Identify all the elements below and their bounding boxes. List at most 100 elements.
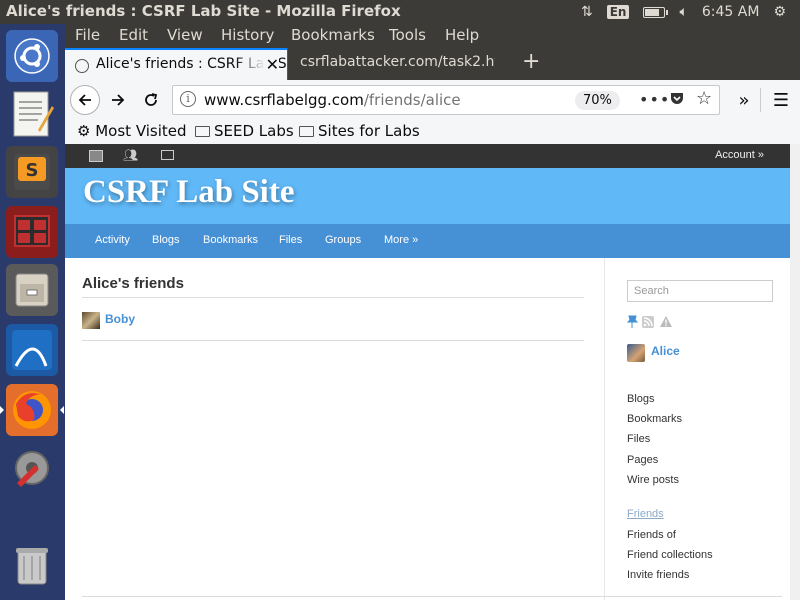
friends-icon[interactable]: 👥︎ bbox=[123, 148, 138, 162]
pin-icon[interactable] bbox=[626, 313, 639, 332]
toolbar-separator bbox=[760, 88, 761, 112]
bookmark-star-icon[interactable]: ☆ bbox=[696, 88, 712, 109]
search-input[interactable]: Search bbox=[627, 280, 773, 302]
url-host: www.csrflabelgg.com bbox=[204, 91, 364, 109]
keyboard-layout-indicator[interactable]: En bbox=[606, 5, 630, 19]
scrollbar[interactable] bbox=[790, 144, 800, 600]
volume-icon[interactable]: 🔈︎ bbox=[679, 4, 687, 20]
new-tab-button[interactable]: + bbox=[522, 49, 540, 74]
system-tray: ⇅ En 🔈︎ 6:45 AM ⚙︎ bbox=[581, 0, 800, 24]
footer-divider bbox=[82, 596, 782, 597]
firefox-icon[interactable] bbox=[6, 384, 58, 436]
tab-csrflabattacker[interactable]: csrflabattacker.com/task2.html bbox=[287, 48, 509, 80]
sidebar-link-files[interactable]: Files bbox=[627, 433, 650, 445]
url-path: /friends/alice bbox=[363, 91, 461, 109]
divider bbox=[82, 340, 584, 341]
sidebar-link-blogs[interactable]: Blogs bbox=[627, 393, 655, 405]
menu-history[interactable]: History bbox=[221, 26, 274, 44]
svg-text:S: S bbox=[26, 160, 39, 181]
menu-view[interactable]: View bbox=[167, 26, 203, 44]
system-settings-icon[interactable] bbox=[6, 442, 58, 494]
menu-more[interactable]: More » bbox=[384, 234, 418, 246]
folder-icon bbox=[195, 126, 210, 137]
tab-favicon-icon bbox=[75, 59, 89, 73]
system-top-panel: Alice's friends : CSRF Lab Site - Mozill… bbox=[0, 0, 800, 24]
menu-tools[interactable]: Tools bbox=[389, 26, 426, 44]
bookmark-seed-labs[interactable]: SEED Labs bbox=[195, 122, 294, 140]
report-warning-icon[interactable] bbox=[659, 313, 673, 332]
url-bar[interactable]: i www.csrflabelgg.com/friends/alice 70% … bbox=[172, 85, 720, 115]
bookmark-most-visited[interactable]: ⚙︎ Most Visited bbox=[77, 122, 187, 140]
sidebar-link-friends-of[interactable]: Friends of bbox=[627, 529, 676, 541]
battery-level-fill bbox=[645, 8, 660, 16]
network-icon[interactable]: ⇅ bbox=[581, 4, 593, 20]
menu-bookmarks[interactable]: Bookmarks bbox=[291, 26, 375, 44]
sidebar-link-invite-friends[interactable]: Invite friends bbox=[627, 569, 689, 581]
clock[interactable]: 6:45 AM bbox=[702, 4, 760, 20]
reload-button[interactable] bbox=[137, 86, 165, 114]
close-tab-icon[interactable]: ✕ bbox=[263, 55, 279, 74]
owner-link-alice[interactable]: Alice bbox=[651, 344, 680, 358]
firefox-window: File Edit View History Bookmarks Tools H… bbox=[65, 24, 800, 600]
overflow-chevron-icon[interactable]: » bbox=[730, 86, 758, 114]
sidebar: Search Alice Blogs Bookmarks Files Pages… bbox=[604, 258, 790, 600]
menu-groups[interactable]: Groups bbox=[325, 234, 361, 246]
site-title[interactable]: CSRF Lab Site bbox=[83, 174, 294, 211]
ubuntu-dash-icon[interactable] bbox=[6, 30, 58, 82]
focused-indicator bbox=[60, 406, 64, 414]
forward-button[interactable] bbox=[104, 86, 132, 114]
sidebar-link-friend-collections[interactable]: Friend collections bbox=[627, 549, 713, 561]
elgg-topbar: 👥︎ Account » bbox=[65, 144, 790, 168]
bookmark-sites-for-labs[interactable]: Sites for Labs bbox=[299, 122, 420, 140]
site-menu: Activity Blogs Bookmarks Files Groups Mo… bbox=[65, 224, 790, 258]
menu-edit[interactable]: Edit bbox=[119, 26, 148, 44]
menu-help[interactable]: Help bbox=[445, 26, 479, 44]
site-header: CSRF Lab Site bbox=[65, 168, 790, 224]
pocket-icon[interactable] bbox=[669, 90, 685, 110]
text-editor-icon[interactable] bbox=[6, 88, 58, 140]
menu-blogs[interactable]: Blogs bbox=[152, 234, 180, 246]
terminal-icon[interactable] bbox=[6, 206, 58, 258]
url-text[interactable]: www.csrflabelgg.com/friends/alice bbox=[204, 91, 461, 109]
power-gear-icon[interactable]: ⚙︎ bbox=[773, 4, 786, 20]
menu-bookmarks[interactable]: Bookmarks bbox=[203, 234, 258, 246]
back-button[interactable] bbox=[70, 85, 100, 115]
site-info-icon[interactable]: i bbox=[180, 91, 196, 107]
sidebar-link-wire-posts[interactable]: Wire posts bbox=[627, 474, 679, 486]
tab-label: csrflabattacker.com/task2.html bbox=[300, 54, 509, 70]
sidebar-link-bookmarks[interactable]: Bookmarks bbox=[627, 413, 682, 425]
menu-bar: File Edit View History Bookmarks Tools H… bbox=[65, 24, 800, 48]
trash-icon[interactable] bbox=[6, 540, 58, 592]
navigation-toolbar: i www.csrflabelgg.com/friends/alice 70% … bbox=[65, 80, 800, 120]
menu-files[interactable]: Files bbox=[279, 234, 302, 246]
account-menu[interactable]: Account » bbox=[715, 149, 764, 161]
page-actions-icon[interactable]: ••• bbox=[639, 90, 670, 109]
folder-icon bbox=[299, 126, 314, 137]
window-title: Alice's friends : CSRF Lab Site - Mozill… bbox=[6, 2, 401, 20]
file-manager-icon[interactable] bbox=[6, 264, 58, 316]
zoom-indicator[interactable]: 70% bbox=[575, 91, 620, 110]
messages-envelope-icon[interactable] bbox=[161, 150, 174, 160]
sidebar-link-pages[interactable]: Pages bbox=[627, 454, 658, 466]
elgg-logo-icon[interactable] bbox=[89, 150, 103, 162]
menu-file[interactable]: File bbox=[75, 26, 100, 44]
friend-link-boby[interactable]: Boby bbox=[105, 312, 135, 326]
divider bbox=[82, 297, 584, 298]
tab-alice-friends[interactable]: Alice's friends : CSRF Lab Site ✕ bbox=[65, 48, 287, 80]
sidebar-heading-friends[interactable]: Friends bbox=[627, 508, 664, 520]
hamburger-menu-icon[interactable]: ☰ bbox=[767, 86, 795, 114]
unity-launcher: S bbox=[0, 24, 65, 600]
sublime-text-icon[interactable]: S bbox=[6, 146, 58, 198]
wireshark-icon[interactable] bbox=[6, 324, 58, 376]
menu-activity[interactable]: Activity bbox=[95, 234, 130, 246]
running-indicator bbox=[0, 406, 4, 414]
avatar[interactable] bbox=[627, 344, 645, 362]
web-page: 👥︎ Account » CSRF Lab Site Activity Blog… bbox=[65, 144, 800, 600]
avatar[interactable] bbox=[82, 312, 100, 329]
gear-icon: ⚙︎ bbox=[77, 122, 91, 140]
bookmarks-toolbar: ⚙︎ Most Visited SEED Labs Sites for Labs bbox=[65, 120, 800, 144]
battery-icon[interactable] bbox=[643, 6, 669, 18]
page-title: Alice's friends bbox=[82, 275, 184, 292]
tab-strip: Alice's friends : CSRF Lab Site ✕ csrfla… bbox=[65, 48, 800, 80]
rss-icon[interactable] bbox=[642, 313, 654, 332]
